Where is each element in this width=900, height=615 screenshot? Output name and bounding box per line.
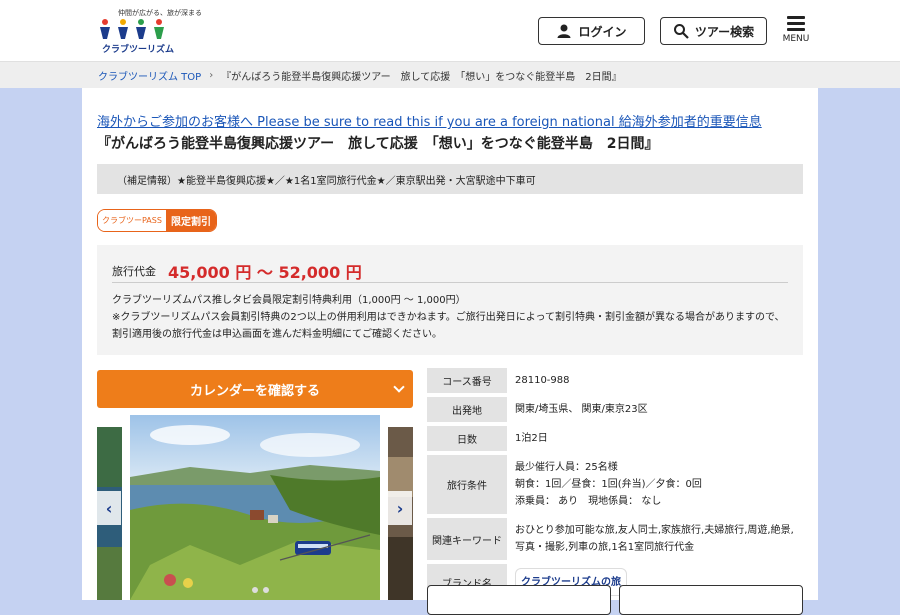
info-key: 日数 <box>427 426 507 451</box>
price-box: 旅行代金 45,000 円 〜 52,000 円 クラブツーリズムパス推しタビ会… <box>97 245 803 355</box>
info-row-course: コース番号 28110-988 <box>427 368 803 393</box>
chevron-right-icon: › <box>396 498 404 518</box>
supplement-info: （補足情報）★能登半島復興応援★／★1名1室同旅行代金★／東京駅出発・大宮駅途中… <box>97 164 803 194</box>
login-label: ログイン <box>578 24 627 39</box>
breadcrumb-separator-icon: › <box>209 69 214 81</box>
price-note-line: クラブツーリズムパス推しタビ会員限定割引特典利用（1,000円 〜 1,000円… <box>112 295 466 306</box>
info-value: 最少催行人員：25名様 朝食：1回／昼食：1回(弁当)／夕食：0回 添乗員： あ… <box>507 455 803 514</box>
pass-badge-logo: クラブツーPASS <box>98 210 166 231</box>
info-key: 出発地 <box>427 397 507 422</box>
breadcrumb-home-link[interactable]: クラブツーリズム TOP <box>98 68 201 83</box>
info-value: 関東/埼玉県、 関東/東京23区 <box>515 404 648 415</box>
carousel-dot[interactable] <box>263 587 269 593</box>
menu-button[interactable]: MENU <box>782 16 810 48</box>
tour-search-button[interactable]: ツアー検索 <box>660 17 767 45</box>
logo-figures-icon <box>100 19 164 39</box>
condition-line: 朝食：1回／昼食：1回(弁当)／夕食：0回 <box>515 479 702 490</box>
carousel-dots <box>252 587 269 593</box>
search-icon <box>673 24 689 39</box>
price-row: 旅行代金 45,000 円 〜 52,000 円 <box>112 259 788 283</box>
carousel-next-button[interactable]: › <box>388 491 412 525</box>
pass-discount-badge: クラブツーPASS 限定割引 <box>97 209 217 232</box>
hamburger-icon <box>787 16 805 19</box>
info-key: コース番号 <box>427 368 507 393</box>
page-title: 『がんばろう能登半島復興応援ツアー 旅して応援 「想い」をつなぐ能登半島 2日間… <box>97 136 659 152</box>
photo-carousel: ‹ › <box>97 415 413 600</box>
info-row-keywords: 関連キーワード おひとり参加可能な旅,友人同士,家族旅行,夫婦旅行,周遊,絶景,… <box>427 518 803 560</box>
site-header: 仲間が広がる、旅が深まる クラブツーリズム ログイン ツアー検索 MENU <box>0 0 900 62</box>
carousel-prev-button[interactable]: ‹ <box>97 491 121 525</box>
user-icon <box>557 24 571 38</box>
info-value: 28110-988 <box>515 375 570 386</box>
price-label: 旅行代金 <box>112 264 156 278</box>
site-logo[interactable]: 仲間が広がる、旅が深まる クラブツーリズム <box>98 8 202 55</box>
breadcrumb: クラブツーリズム TOP › 『がんばろう能登半島復興応援ツアー 旅して応援 「… <box>0 62 900 88</box>
price-value: 45,000 円 〜 52,000 円 <box>168 262 362 282</box>
logo-tagline: 仲間が広がる、旅が深まる <box>118 9 202 17</box>
breadcrumb-current: 『がんばろう能登半島復興応援ツアー 旅して応援 「想い」をつなぐ能登半島 2日間… <box>221 71 622 83</box>
info-row-conditions: 旅行条件 最少催行人員：25名様 朝食：1回／昼食：1回(弁当)／夕食：0回 添… <box>427 455 803 514</box>
condition-line: 最少催行人員：25名様 <box>515 462 618 473</box>
menu-label: MENU <box>782 34 810 44</box>
calendar-button[interactable]: カレンダーを確認する <box>97 370 413 408</box>
info-key: 関連キーワード <box>427 518 507 560</box>
tour-info-table: コース番号 28110-988 出発地 関東/埼玉県、 関東/東京23区 日数 … <box>427 368 803 604</box>
noto-landscape-photo-icon <box>130 415 380 600</box>
info-value: おひとり参加可能な旅,友人同士,家族旅行,夫婦旅行,周遊,絶景,写真・撮影,列車… <box>515 525 794 553</box>
condition-line: 添乗員： あり 現地係員： なし <box>515 496 662 507</box>
action-buttons <box>427 585 803 615</box>
foreign-visitor-link[interactable]: 海外からご参加のお客様へ Please be sure to read this… <box>97 111 762 130</box>
search-label: ツアー検索 <box>694 24 755 39</box>
favorite-button[interactable] <box>427 585 611 615</box>
carousel-main-slide <box>130 415 380 600</box>
share-button[interactable] <box>619 585 803 615</box>
info-value: 1泊2日 <box>515 433 548 444</box>
chevron-down-icon <box>393 381 405 393</box>
info-key: 旅行条件 <box>427 455 507 514</box>
price-note-line: ※クラブツーリズムパス会員割引特典の2つ以上の併用利用はできかねます。ご旅行出発… <box>112 312 785 340</box>
pass-badge-label: 限定割引 <box>165 210 216 231</box>
chevron-left-icon: ‹ <box>105 498 113 518</box>
info-row-departure: 出発地 関東/埼玉県、 関東/東京23区 <box>427 397 803 422</box>
info-row-days: 日数 1泊2日 <box>427 426 803 451</box>
carousel-dot[interactable] <box>252 587 258 593</box>
logo-name: クラブツーリズム <box>102 45 175 55</box>
login-button[interactable]: ログイン <box>538 17 645 45</box>
main-content: 海外からご参加のお客様へ Please be sure to read this… <box>82 88 818 615</box>
price-note: クラブツーリズムパス推しタビ会員限定割引特典利用（1,000円 〜 1,000円… <box>112 292 792 343</box>
calendar-button-label: カレンダーを確認する <box>189 383 320 399</box>
